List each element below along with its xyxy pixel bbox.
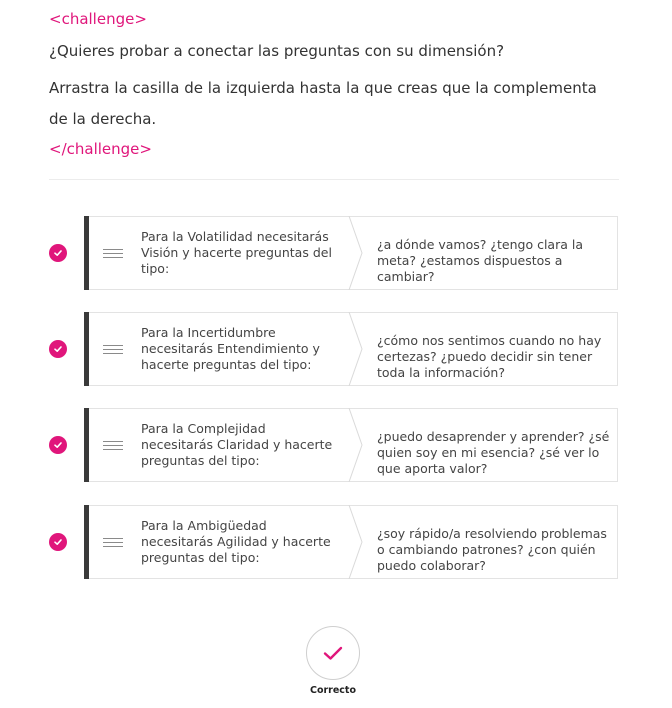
card-accent-bar [84,312,89,386]
card-accent-bar [84,505,89,579]
check-icon [49,533,67,551]
match-card: Para la Incertidumbre necesitarás Entend… [84,312,618,386]
challenge-instruction: Arrastra la casilla de la izquierda hast… [49,79,597,128]
match-card: Para la Volatilidad necesitarás Visión y… [84,216,618,290]
challenge-question: ¿Quieres probar a conectar las preguntas… [49,42,505,60]
drag-handle-icon[interactable] [103,249,123,258]
match-row: Para la Complejidad necesitarás Claridad… [0,408,672,482]
check-icon [49,436,67,454]
drag-handle-icon[interactable] [103,538,123,547]
question-box[interactable]: Para la Incertidumbre necesitarás Entend… [141,325,341,373]
divider [49,179,619,180]
match-row: Para la Ambigüedad necesitarás Agilidad … [0,505,672,579]
separator-arrow-icon [348,312,363,386]
answer-box[interactable]: ¿cómo nos sentimos cuando no hay certeza… [377,333,612,381]
result-label: Correcto [309,685,356,696]
check-result-button[interactable] [306,626,360,680]
question-box[interactable]: Para la Volatilidad necesitarás Visión y… [141,229,341,277]
challenge-close-tag: </challenge> [49,140,152,158]
match-row: Para la Incertidumbre necesitarás Entend… [0,312,672,386]
card-accent-bar [84,408,89,482]
separator-arrow-icon [348,505,363,579]
answer-box[interactable]: ¿soy rápido/a resolviendo problemas o ca… [377,526,612,574]
separator-arrow-icon [348,408,363,482]
drag-handle-icon[interactable] [103,441,123,450]
question-box[interactable]: Para la Ambigüedad necesitarás Agilidad … [141,518,341,566]
card-accent-bar [84,216,89,290]
drag-handle-icon[interactable] [103,345,123,354]
answer-box[interactable]: ¿puedo desaprender y aprender? ¿sé quien… [377,429,612,477]
separator-arrow-icon [348,216,363,290]
answer-box[interactable]: ¿a dónde vamos? ¿tengo clara la meta? ¿e… [377,237,612,285]
challenge-open-tag: <challenge> [49,10,147,28]
check-icon [323,646,343,660]
check-icon [49,244,67,262]
match-card: Para la Ambigüedad necesitarás Agilidad … [84,505,618,579]
match-card: Para la Complejidad necesitarás Claridad… [84,408,618,482]
question-box[interactable]: Para la Complejidad necesitarás Claridad… [141,421,341,469]
match-row: Para la Volatilidad necesitarás Visión y… [0,216,672,290]
check-icon [49,340,67,358]
